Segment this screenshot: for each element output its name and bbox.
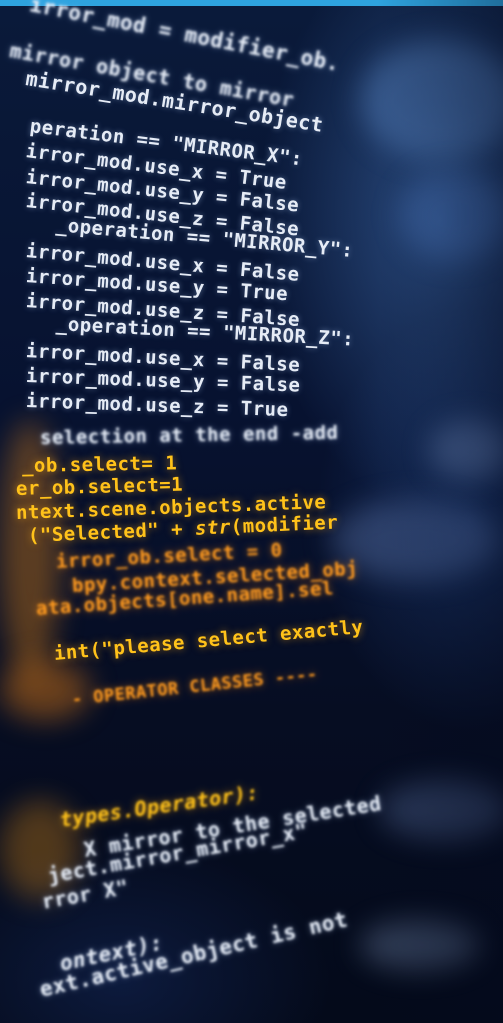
- bokeh-light: [400, 170, 503, 260]
- bokeh-light: [360, 920, 480, 970]
- bokeh-light: [430, 420, 503, 480]
- code-line: int("please select exactly: [53, 615, 365, 665]
- bokeh-light: [360, 40, 503, 160]
- code-photo: irror_mod = modifier_ob. mirror object t…: [0, 0, 503, 1023]
- code-text: (modifier: [230, 511, 339, 539]
- code-line: _ob.select= 1: [21, 452, 178, 477]
- code-text: str: [194, 516, 232, 540]
- code-line: selection at the end -add: [39, 421, 339, 449]
- code-line: - OPERATOR CLASSES ----: [70, 664, 319, 710]
- bokeh-light: [380, 780, 503, 840]
